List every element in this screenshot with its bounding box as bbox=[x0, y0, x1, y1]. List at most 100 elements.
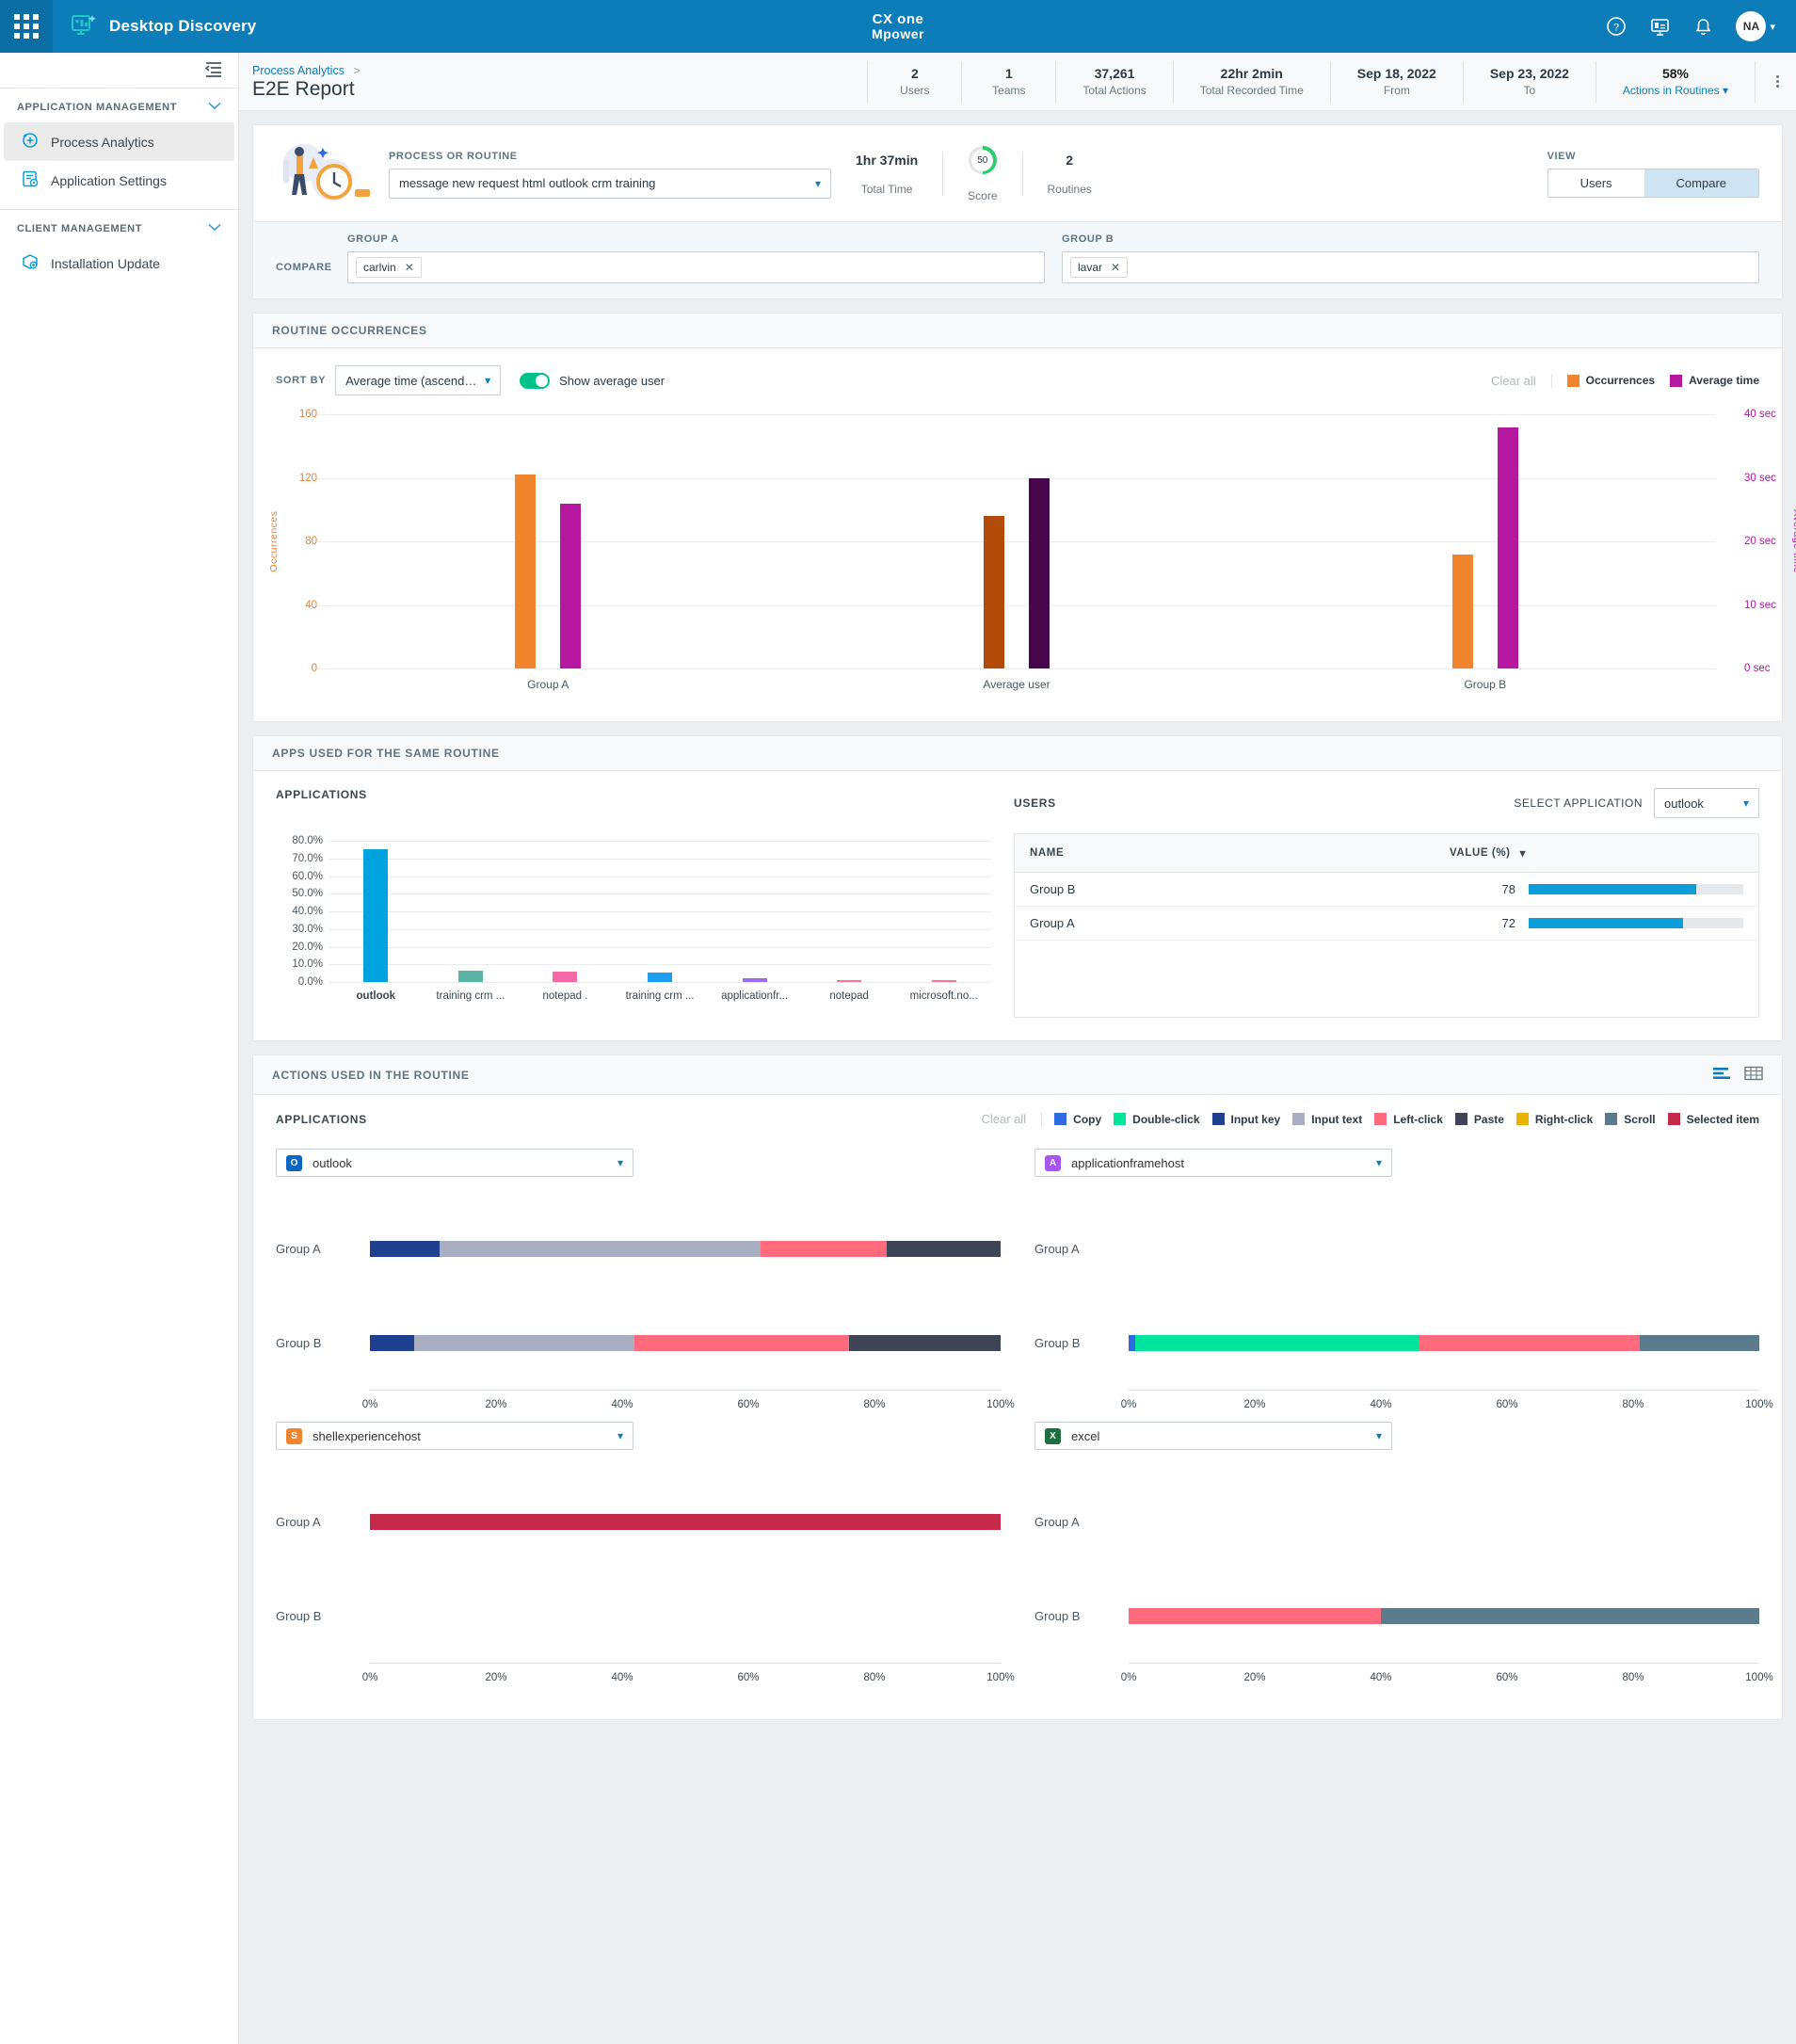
process-routine-select[interactable]: message new request html outlook crm tra… bbox=[389, 168, 831, 199]
stack-segment-selected-item[interactable] bbox=[370, 1513, 1001, 1530]
chart-bar[interactable] bbox=[837, 980, 862, 982]
select-application-dropdown[interactable]: outlook ▾ bbox=[1654, 788, 1759, 818]
chart-bar[interactable] bbox=[1029, 477, 1050, 668]
process-routine-card: PROCESS OR ROUTINE message new request h… bbox=[252, 124, 1783, 299]
legend-item-copy[interactable]: Copy bbox=[1054, 1113, 1101, 1126]
waffle-menu-button[interactable] bbox=[0, 0, 53, 53]
chart-bar[interactable] bbox=[457, 971, 483, 982]
group-b-input[interactable]: lavar ✕ bbox=[1062, 251, 1759, 283]
chart-bar[interactable] bbox=[560, 503, 582, 668]
legend-item-occurrences[interactable]: Occurrences bbox=[1566, 374, 1655, 387]
legend-item-paste[interactable]: Paste bbox=[1454, 1113, 1504, 1126]
sidebar-section-application-management[interactable]: APPLICATION MANAGEMENT bbox=[0, 89, 238, 122]
stacked-bars: Group A Group B bbox=[1034, 1474, 1759, 1663]
remove-chip-icon[interactable]: ✕ bbox=[405, 261, 414, 274]
bell-icon[interactable] bbox=[1693, 17, 1713, 37]
sort-chevron-icon[interactable]: ▾ bbox=[1520, 846, 1526, 860]
users-panel: USERS SELECT APPLICATION outlook ▾ NAME … bbox=[1014, 788, 1759, 1018]
stack-segment-left-click[interactable] bbox=[634, 1334, 850, 1351]
desktop-discovery-logo-icon bbox=[70, 12, 98, 40]
stack-segment-copy[interactable] bbox=[1129, 1334, 1135, 1351]
stack-segment-double-click[interactable] bbox=[1134, 1334, 1419, 1351]
view-option-users[interactable]: Users bbox=[1547, 169, 1644, 197]
x-axis-tick: 80% bbox=[863, 1399, 886, 1410]
bar-view-icon[interactable] bbox=[1712, 1066, 1731, 1084]
compare-groups-row: COMPARE GROUP A carlvin ✕ GROUP B lavar bbox=[253, 221, 1782, 298]
sidebar-item-installation-update[interactable]: Installation Update bbox=[4, 244, 234, 282]
actions-used-title: ACTIONS USED IN THE ROUTINE bbox=[272, 1068, 470, 1082]
legend-swatch bbox=[1211, 1113, 1225, 1125]
row-value: 78 bbox=[1501, 882, 1515, 896]
y-axis-tick: 80 bbox=[305, 536, 317, 547]
application-settings-icon bbox=[21, 169, 40, 191]
remove-chip-icon[interactable]: ✕ bbox=[1111, 261, 1120, 274]
table-row[interactable]: Group B 78 bbox=[1015, 873, 1758, 907]
stack-segment-paste[interactable] bbox=[849, 1334, 1001, 1351]
stat-label[interactable]: Actions in Routines ▾ bbox=[1623, 84, 1728, 97]
sidebar-section-label: CLIENT MANAGEMENT bbox=[17, 223, 143, 234]
clear-all-button[interactable]: Clear all bbox=[981, 1112, 1043, 1126]
legend-item-average-time[interactable]: Average time bbox=[1670, 374, 1759, 387]
avatar[interactable]: NA bbox=[1736, 11, 1767, 41]
breadcrumb-parent-link[interactable]: Process Analytics bbox=[252, 64, 345, 77]
presentation-icon[interactable] bbox=[1649, 16, 1671, 38]
show-average-user-toggle[interactable] bbox=[520, 372, 551, 389]
score-ring-icon: 50 bbox=[968, 146, 997, 174]
stack-segment-scroll[interactable] bbox=[1381, 1607, 1759, 1624]
grid-view-icon[interactable] bbox=[1744, 1066, 1763, 1084]
x-axis-tick: 100% bbox=[986, 1672, 1015, 1683]
chart-bar[interactable] bbox=[742, 977, 767, 982]
stack-segment-input-text[interactable] bbox=[439, 1240, 762, 1257]
stack-segment-input-text[interactable] bbox=[413, 1334, 635, 1351]
application-select-excel[interactable]: Xexcel ▾ bbox=[1034, 1422, 1392, 1450]
legend-item-scroll[interactable]: Scroll bbox=[1605, 1113, 1656, 1126]
stacked-bar-row: Group A bbox=[1034, 1201, 1759, 1296]
more-options-button[interactable] bbox=[1755, 60, 1796, 103]
legend-item-left-click[interactable]: Left-click bbox=[1374, 1113, 1443, 1126]
legend-item-selected-item[interactable]: Selected item bbox=[1667, 1113, 1759, 1126]
compare-label: COMPARE bbox=[276, 261, 332, 273]
chart-bar[interactable] bbox=[984, 516, 1004, 668]
chart-bar[interactable] bbox=[1451, 554, 1473, 668]
stack-segment-paste[interactable] bbox=[887, 1240, 1001, 1257]
application-select-outlook[interactable]: Ooutlook ▾ bbox=[276, 1149, 633, 1177]
stack-segment-input-key[interactable] bbox=[370, 1240, 440, 1257]
group-a-chip: carlvin ✕ bbox=[356, 257, 422, 278]
view-option-compare[interactable]: Compare bbox=[1644, 169, 1758, 197]
legend-item-input-key[interactable]: Input key bbox=[1211, 1113, 1280, 1126]
actions-charts-grid: Ooutlook ▾ Group A Group B 0% 20% 40% 60% 80% 100… bbox=[276, 1149, 1773, 1695]
stack-segment-left-click[interactable] bbox=[761, 1240, 888, 1257]
sidebar-section-client-management[interactable]: CLIENT MANAGEMENT bbox=[0, 210, 238, 244]
chart-bar[interactable] bbox=[931, 980, 956, 982]
stack-segment-input-key[interactable] bbox=[370, 1334, 414, 1351]
stack-segment-left-click[interactable] bbox=[1419, 1334, 1640, 1351]
bars-container bbox=[317, 414, 1716, 668]
legend-item-right-click[interactable]: Right-click bbox=[1515, 1113, 1593, 1126]
chart-bar[interactable] bbox=[553, 972, 578, 982]
application-select-applicationframehost[interactable]: Aapplicationframehost ▾ bbox=[1034, 1149, 1392, 1177]
users-table-rows: Group B 78 Group A 72 bbox=[1015, 873, 1758, 941]
group-b-chip: lavar ✕ bbox=[1070, 257, 1129, 278]
sort-by-select[interactable]: Average time (ascending) ▾ bbox=[335, 365, 502, 395]
table-row[interactable]: Group A 72 bbox=[1015, 907, 1758, 941]
application-select-shellexperiencehost[interactable]: Sshellexperiencehost ▾ bbox=[276, 1422, 633, 1450]
stack-segment-scroll[interactable] bbox=[1639, 1334, 1759, 1351]
chart-bar[interactable] bbox=[1497, 427, 1518, 668]
chart-bar[interactable] bbox=[648, 973, 672, 982]
y-axis-tick: 10.0% bbox=[292, 958, 323, 971]
help-icon[interactable]: ? bbox=[1606, 16, 1627, 37]
stack-segment-left-click[interactable] bbox=[1129, 1607, 1381, 1624]
user-menu[interactable]: NA ▾ bbox=[1736, 11, 1775, 41]
legend-item-input-text[interactable]: Input text bbox=[1292, 1113, 1362, 1126]
group-a-input[interactable]: carlvin ✕ bbox=[347, 251, 1045, 283]
sidebar-item-application-settings[interactable]: Application Settings bbox=[4, 161, 234, 200]
legend-label: Left-click bbox=[1393, 1112, 1443, 1126]
stacked-bars: Group A Group B bbox=[1034, 1201, 1759, 1390]
chart-bar[interactable] bbox=[515, 475, 537, 668]
chart-bar[interactable] bbox=[363, 849, 389, 982]
collapse-sidebar-icon[interactable] bbox=[204, 60, 223, 80]
sidebar-item-process-analytics[interactable]: Process Analytics bbox=[4, 122, 234, 161]
legend-item-double-click[interactable]: Double-click bbox=[1114, 1113, 1200, 1126]
clear-all-button[interactable]: Clear all bbox=[1491, 373, 1552, 388]
stat-actions-in-routines[interactable]: 58% Actions in Routines ▾ bbox=[1595, 60, 1755, 103]
